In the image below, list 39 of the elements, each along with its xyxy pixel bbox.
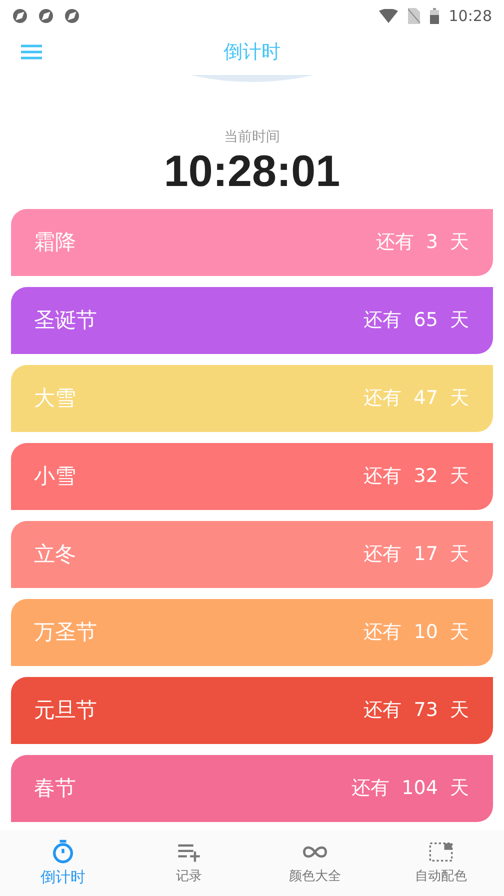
event-name: 春节 (34, 774, 76, 802)
days-remaining: 还有 3 天 (376, 230, 469, 256)
event-name: 立冬 (34, 540, 76, 568)
wifi-icon (378, 9, 398, 23)
app-notification-icon (64, 8, 80, 24)
countdown-card[interactable]: 小雪 还有 32 天 (11, 443, 493, 510)
days-remaining: 还有 10 天 (364, 620, 469, 646)
app-notification-icon (38, 8, 54, 24)
clock-label: 当前时间 (224, 128, 280, 147)
days-remaining: 还有 65 天 (364, 308, 469, 334)
days-remaining: 还有 47 天 (364, 386, 469, 412)
menu-icon[interactable] (21, 44, 42, 60)
no-sim-icon (408, 8, 420, 24)
days-remaining: 还有 73 天 (364, 698, 469, 724)
event-name: 圣诞节 (34, 306, 97, 334)
countdown-card[interactable]: 立冬 还有 17 天 (11, 521, 493, 588)
battery-icon (430, 8, 439, 24)
days-remaining: 还有 32 天 (364, 464, 469, 490)
countdown-card[interactable]: 元旦节 还有 73 天 (11, 677, 493, 744)
countdown-card[interactable]: 万圣节 还有 10 天 (11, 599, 493, 666)
nav-tab[interactable]: 记录 (126, 830, 252, 896)
status-time: 10:28 (448, 6, 492, 27)
nav-tab[interactable]: 颜色大全 (252, 830, 378, 896)
nav-tab[interactable]: 倒计时 (0, 830, 126, 896)
days-remaining: 还有 17 天 (364, 542, 469, 568)
countdown-card[interactable]: 圣诞节 还有 65 天 (11, 287, 493, 354)
nav-tab[interactable]: 自动配色 (378, 830, 504, 896)
event-name: 小雪 (34, 462, 76, 490)
event-name: 霜降 (34, 228, 76, 256)
current-time: 10:28:01 (164, 148, 340, 196)
days-remaining: 还有 104 天 (352, 776, 469, 802)
timer-icon (50, 838, 76, 864)
page-title: 倒计时 (224, 40, 280, 65)
event-name: 万圣节 (34, 618, 97, 646)
countdown-card[interactable]: 霜降 还有 3 天 (11, 209, 493, 276)
app-notification-icon (12, 8, 28, 24)
countdown-card[interactable]: 春节 还有 104 天 (11, 755, 493, 822)
event-name: 元旦节 (34, 696, 97, 724)
event-name: 大雪 (34, 384, 76, 412)
